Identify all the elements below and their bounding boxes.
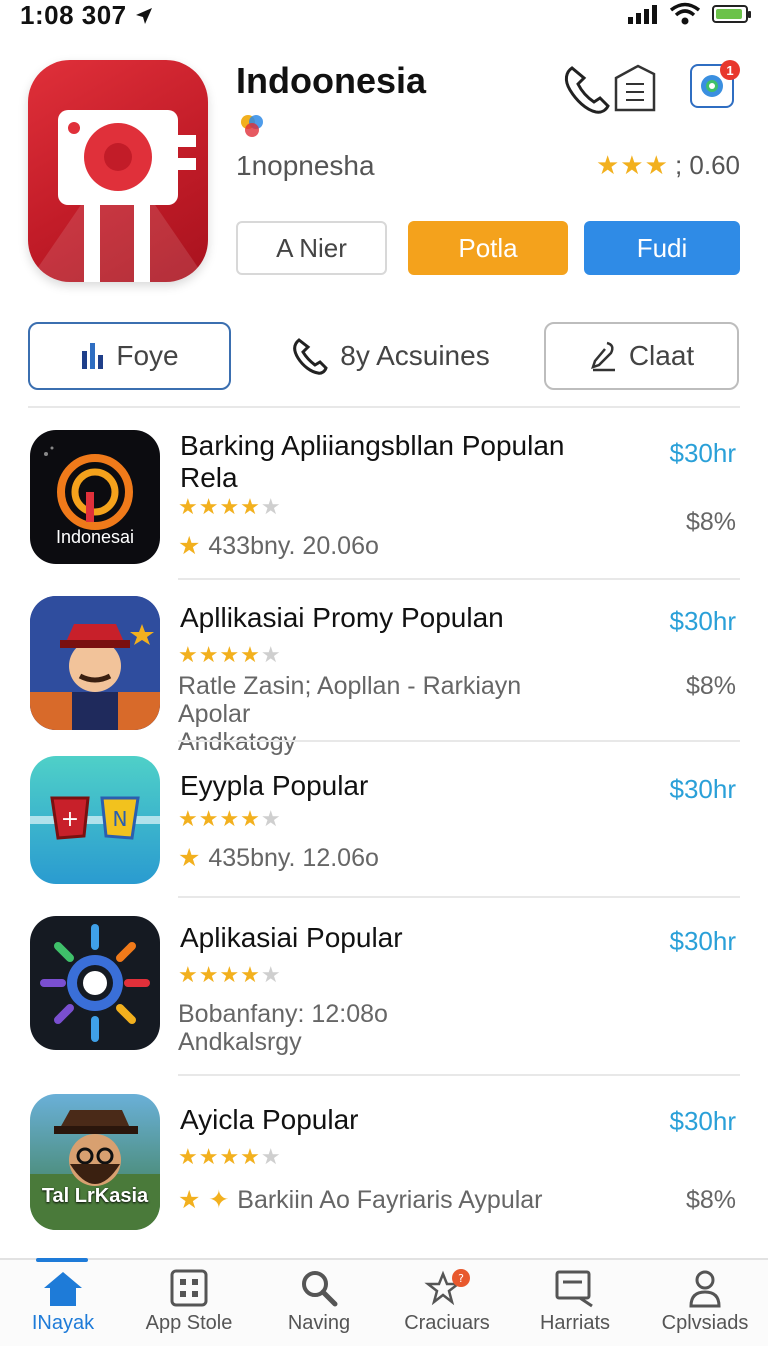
status-bar: 1:08 307 [0, 0, 768, 30]
row-app-icon: Tal LrKasia [30, 1094, 160, 1230]
row-app-icon: Indonesai [30, 430, 160, 564]
rating-value: ; 0.60 [674, 150, 740, 180]
row-stars: ★★★★★ [178, 494, 281, 519]
segment-label: 8y Acsuines [340, 340, 490, 371]
svg-text:N: N [113, 807, 128, 831]
signal-icon [628, 5, 657, 24]
row-price: $30hr [669, 926, 737, 956]
star-icon: ★ [178, 1186, 202, 1214]
row-price: $30hr [669, 774, 737, 804]
row-title: Aplikasiai Popular [180, 922, 403, 953]
row-stars: ★★★★★ [178, 962, 281, 987]
call-button[interactable] [560, 62, 612, 118]
notifications-button[interactable]: 1 [690, 60, 740, 108]
grid-icon [170, 1269, 208, 1307]
home-icon [44, 1272, 82, 1306]
building-button[interactable] [612, 62, 658, 114]
app-subtitle: 1nopnesha [236, 150, 375, 181]
tab-craciuars[interactable]: ? Craciuars [392, 1268, 502, 1335]
tab-label: Craciuars [404, 1312, 490, 1334]
row-percent: $8% [685, 672, 736, 700]
tab-label: INayak [31, 1312, 95, 1334]
chart-icon [555, 1270, 593, 1308]
row-meta: Bobanfany: 12:08o Andkalsrgy [178, 1000, 388, 1056]
row-meta: ★ ✦ Barkiin Ao Fayriaris Aypular [178, 1186, 543, 1214]
tab-cplvsiads[interactable]: Cplvsiads [650, 1268, 760, 1335]
bars-icon [82, 343, 104, 369]
tab-label: Harriats [539, 1312, 610, 1334]
sparkle-icon: ✦ [208, 1186, 231, 1214]
battery-icon [712, 5, 751, 23]
row-app-icon: + N [30, 756, 160, 884]
list-item[interactable]: Tal LrKasia Ayicla Popular ★★★★★ ★ ✦ Bar… [0, 1094, 768, 1244]
edit-icon [590, 341, 615, 372]
row-icon-label: Tal LrKasia [41, 1185, 149, 1207]
orange-button[interactable]: Potla [408, 221, 568, 275]
app-title: Indoonesia [236, 60, 427, 101]
row-stars: ★★★★★ [178, 1144, 281, 1169]
outline-button[interactable]: A Nier [236, 221, 387, 275]
row-icon-label: Indonesai [55, 527, 135, 547]
row-stars: ★★★★★ [178, 642, 281, 667]
row-divider [178, 896, 740, 898]
list-item[interactable]: + N Eyypla Popular ★★★★★ ★ 435bny. 12.06… [0, 756, 768, 898]
building-icon [614, 64, 656, 112]
row-title: Apllikasiai Promy Populan [180, 602, 504, 633]
tab-harriats[interactable]: Harriats [520, 1268, 630, 1335]
row-title: Eyypla Popular [180, 770, 369, 801]
rating-stars-icon: ★★★ [596, 150, 669, 180]
segment-foye[interactable]: Foye [28, 322, 231, 390]
notification-badge: 1 [720, 60, 740, 80]
location-arrow-icon [136, 8, 153, 24]
active-tab-indicator [36, 1258, 88, 1262]
row-percent: $8% [685, 1186, 736, 1214]
phone-icon [293, 338, 328, 375]
blue-button[interactable]: Fudi [584, 221, 740, 275]
row-meta: ★ 433bny. 20.06o [178, 532, 379, 560]
row-app-icon [30, 596, 160, 730]
phone-icon [564, 66, 610, 114]
person-icon [689, 1270, 721, 1308]
tab-bar: INayak App Stole Naving ? Craciuars Harr [0, 1258, 768, 1346]
row-divider [178, 578, 740, 580]
list-item[interactable]: Apllikasiai Promy Populan ★★★★★ Ratle Za… [0, 596, 768, 756]
row-price: $30hr [669, 606, 737, 636]
svg-text:?: ? [458, 1272, 464, 1285]
tab-inayak[interactable]: INayak [8, 1268, 118, 1335]
star-icon: ★ [178, 532, 202, 560]
row-meta: Ratle Zasin; Aopllan - Rarkiayn Apolar A… [178, 672, 522, 756]
category-icon [241, 115, 263, 137]
row-price: $30hr [669, 1106, 737, 1136]
row-percent: $8% [685, 508, 736, 536]
search-icon [302, 1271, 338, 1307]
star-badge-icon: ? [424, 1269, 470, 1306]
row-price: $30hr [669, 438, 737, 468]
status-indicators [628, 2, 751, 26]
row-divider [178, 740, 740, 742]
divider [28, 406, 740, 408]
segment-claat[interactable]: Claat [544, 322, 739, 390]
segment-label: Foye [116, 340, 179, 371]
segment-acsuines[interactable]: 8y Acsuines [270, 322, 510, 390]
row-title: Barking Apliiangsbllan Populan Rela [180, 430, 565, 493]
list-item[interactable]: Indonesai Barking Apliiangsbllan Populan… [0, 430, 768, 580]
wifi-icon [669, 2, 701, 25]
row-divider [178, 1074, 740, 1076]
star-icon: ★ [178, 844, 202, 872]
svg-text:+: + [61, 807, 79, 832]
tab-naving[interactable]: Naving [264, 1268, 374, 1335]
app-icon[interactable] [28, 60, 208, 282]
row-stars: ★★★★★ [178, 806, 281, 831]
tab-app-stole[interactable]: App Stole [134, 1268, 244, 1335]
list-item[interactable]: Aplikasiai Popular ★★★★★ Bobanfany: 12:0… [0, 916, 768, 1076]
segment-label: Claat [628, 340, 695, 371]
row-app-icon [30, 916, 160, 1050]
tab-label: Cplvsiads [661, 1312, 749, 1334]
tab-label: App Stole [145, 1312, 233, 1334]
app-rating: ★★★ ; 0.60 [596, 150, 740, 181]
row-title: Ayicla Popular [180, 1104, 359, 1135]
row-meta: ★ 435bny. 12.06o [178, 844, 379, 872]
tab-label: Naving [287, 1312, 351, 1334]
status-time: 1:08 307 [20, 0, 154, 31]
